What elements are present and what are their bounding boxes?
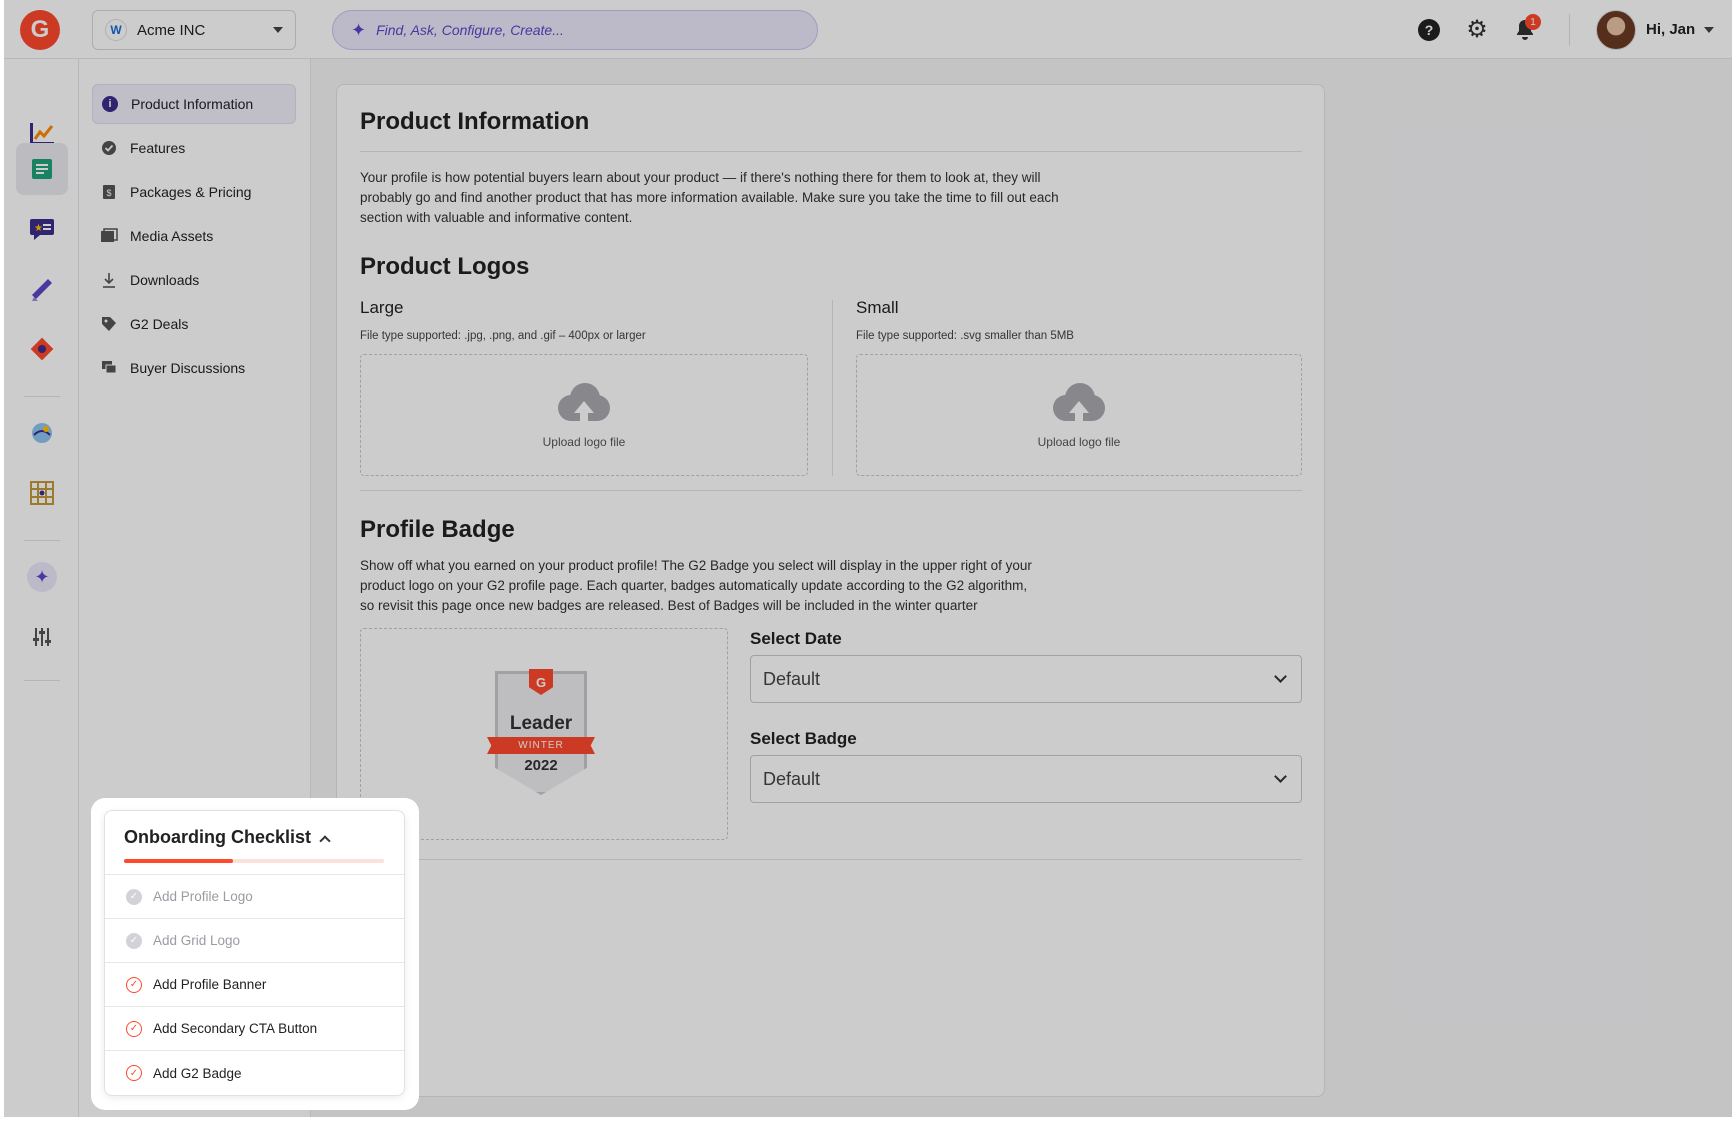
check-circle-outline-icon: ✓ — [126, 1020, 142, 1037]
checklist-item-label: Add Secondary CTA Button — [153, 1021, 318, 1036]
checklist-item-label: Add Profile Banner — [153, 977, 267, 992]
check-circle-icon: ✓ — [126, 932, 142, 949]
onboarding-checklist: Onboarding Checklist ✓ Add Profile Logo … — [104, 810, 405, 1096]
app-window: G W Acme INC ✦ ? ⚙ 1 Hi, Jan ★ — [4, 0, 1732, 1117]
checklist-header[interactable]: Onboarding Checklist — [105, 811, 404, 875]
checklist-item-label: Add Grid Logo — [153, 933, 241, 948]
checklist-title: Onboarding Checklist — [124, 827, 312, 847]
check-circle-outline-icon: ✓ — [126, 1065, 142, 1081]
checklist-item-label: Add G2 Badge — [153, 1065, 242, 1081]
checklist-item[interactable]: ✓ Add G2 Badge — [105, 1051, 404, 1095]
checklist-item[interactable]: ✓ Add Profile Logo — [105, 875, 404, 919]
check-circle-outline-icon: ✓ — [126, 976, 142, 993]
checklist-item[interactable]: ✓ Add Profile Banner — [105, 963, 404, 1007]
checklist-progress-bar — [124, 859, 384, 863]
checklist-progress-fill — [124, 859, 234, 863]
checklist-item[interactable]: ✓ Add Grid Logo — [105, 919, 404, 963]
checklist-item[interactable]: ✓ Add Secondary CTA Button — [105, 1007, 404, 1051]
check-circle-icon: ✓ — [126, 888, 142, 905]
checklist-item-label: Add Profile Logo — [153, 889, 253, 904]
chevron-up-icon[interactable] — [319, 835, 331, 847]
